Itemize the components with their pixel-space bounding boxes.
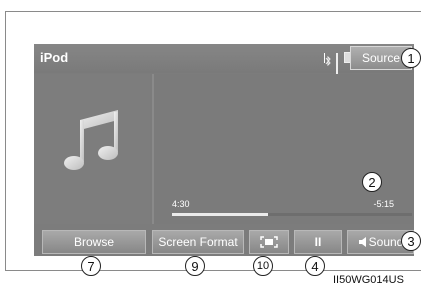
callout-4: 4	[305, 256, 325, 276]
bluetooth-icon	[324, 52, 331, 66]
elapsed-time: 4:30	[172, 199, 190, 209]
speaker-icon	[358, 237, 366, 247]
full-screen-button[interactable]	[249, 230, 289, 254]
callout-1: 1	[401, 48, 421, 68]
video-area[interactable]: 4:30 -5:15	[152, 74, 414, 224]
button-row: Browse Screen Format II Sound	[34, 226, 414, 256]
callout-7: 7	[81, 256, 101, 276]
ipod-screen: iPod Source 4:30 -5:15 Browse Screen For…	[34, 44, 414, 256]
callout-10: 10	[253, 256, 273, 276]
header-bar: iPod Source	[34, 44, 414, 77]
screen-title: iPod	[40, 50, 69, 65]
progress-bar[interactable]	[172, 213, 412, 216]
remaining-time: -5:15	[373, 199, 394, 209]
music-note-icon	[64, 110, 118, 170]
pause-button[interactable]: II	[294, 230, 342, 254]
status-icons	[324, 52, 351, 77]
sound-button-label: Sound	[368, 235, 404, 249]
screen-format-button[interactable]: Screen Format	[152, 230, 244, 254]
callout-2: 2	[362, 172, 382, 192]
signal-bars-icon	[336, 52, 338, 77]
callout-3-wrapper: 3	[401, 231, 421, 251]
progress-fill	[172, 213, 268, 216]
callout-9: 9	[185, 256, 205, 276]
figure-code: II50WG014US	[333, 274, 404, 286]
full-screen-icon	[260, 236, 278, 248]
callout-3: 3	[401, 231, 421, 251]
callout-1-wrapper: 1	[401, 48, 421, 68]
album-art-panel	[34, 74, 150, 224]
browse-button[interactable]: Browse	[42, 230, 146, 254]
